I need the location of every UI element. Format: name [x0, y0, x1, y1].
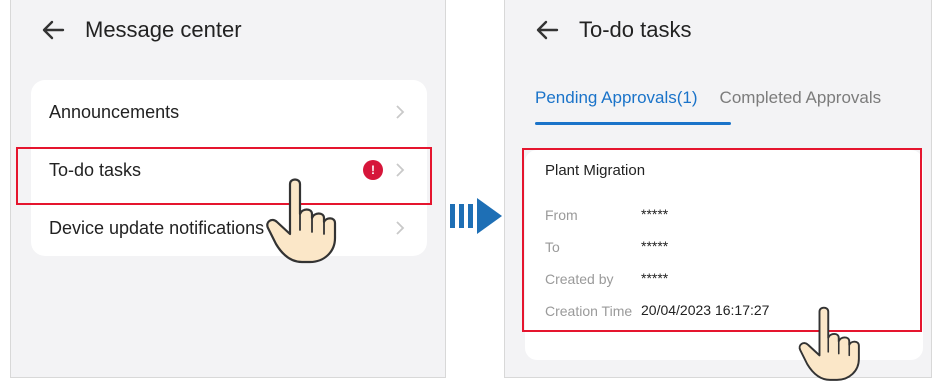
tab-bar: Pending Approvals(1) Completed Approvals — [535, 88, 903, 108]
page-title: To-do tasks — [579, 17, 692, 42]
chevron-right-icon — [396, 221, 405, 235]
chevron-right-icon — [396, 105, 405, 119]
menu-item-label: Device update notifications — [49, 217, 265, 238]
menu-item-label: Announcements — [49, 101, 180, 122]
header: To-do tasks — [533, 16, 692, 44]
pointing-hand-icon — [798, 306, 860, 381]
menu-item-announcements[interactable]: Announcements — [31, 84, 427, 140]
menu-item-device-update-notifications[interactable]: Device update notifications — [31, 200, 427, 256]
back-arrow-icon[interactable] — [39, 16, 67, 44]
page-title: Message center — [85, 17, 242, 42]
header: Message center — [39, 16, 242, 44]
tab-pending-approvals[interactable]: Pending Approvals(1) — [535, 88, 698, 108]
back-arrow-icon[interactable] — [533, 16, 561, 44]
tab-completed-approvals[interactable]: Completed Approvals — [720, 88, 882, 108]
pointing-hand-icon — [266, 178, 337, 264]
highlight-box-todo — [16, 147, 432, 205]
active-tab-indicator — [535, 122, 731, 125]
next-step-arrow-icon — [450, 198, 502, 234]
